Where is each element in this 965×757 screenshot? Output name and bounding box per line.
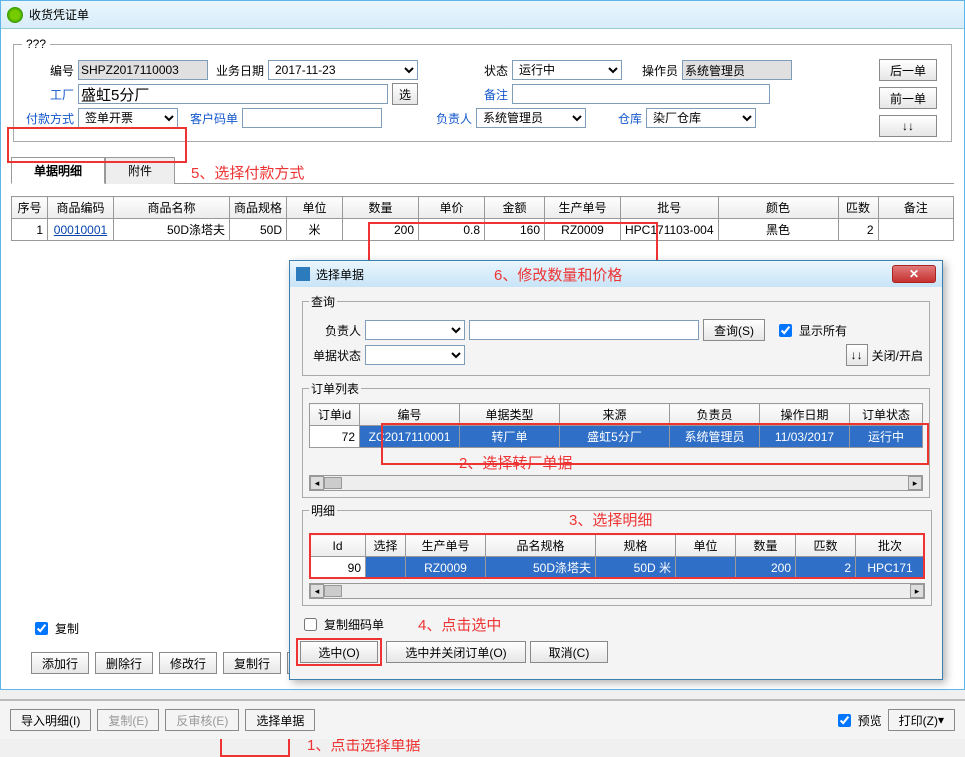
select-doc-dialog: 选择单据 6、修改数量和价格 ✕ 查询 负责人 查询(S) 显示所有 单据状态 … [289,260,943,680]
detail-grid: 序号 商品编码 商品名称 商品规格 单位 数量 单价 金额 生产单号 批号 颜色… [11,196,954,241]
order-row-selected[interactable]: 72 ZC2017110001 转厂单 盛虹5分厂 系统管理员 11/03/20… [310,426,923,448]
dlg-status-select[interactable] [365,345,465,365]
bizdate-label: 业务日期 [212,62,264,79]
showall-checkbox[interactable]: 显示所有 [775,321,847,340]
warehouse-select[interactable]: 染厂仓库 [646,108,756,128]
toggle-link[interactable]: 关闭/开启 [872,347,923,364]
dlg-ok-button[interactable]: 选中(O) [300,641,378,663]
copyrow-button[interactable]: 复制行 [223,652,281,674]
product-code-link[interactable]: 00010001 [48,219,114,241]
next-doc-button[interactable]: 后一单 [879,59,937,81]
tabs: 单据明细 附件 [11,156,954,184]
delrow-button[interactable]: 删除行 [95,652,153,674]
factory-pick-button[interactable]: 选 [392,83,418,105]
wh-label: 仓库 [590,110,642,127]
custcode-field[interactable] [242,108,382,128]
editrow-button[interactable]: 修改行 [159,652,217,674]
factory-field[interactable] [78,84,388,104]
docno-field [78,60,208,80]
grid-row[interactable]: 1 00010001 50D涤塔夫 50D 米 200 0.8 160 RZ00… [12,219,954,241]
import-detail-button[interactable]: 导入明细(I) [10,709,91,731]
detail-list-grid: Id 选择 生产单号 品名规格 规格 单位 数量 匹数 批次 90 RZ0009… [309,534,925,579]
detail-hscroll[interactable]: ◂▸ [309,583,925,599]
dlg-sort-button[interactable]: ↓↓ [846,344,868,366]
window-titlebar: 收货凭证单 [1,1,964,29]
dlg-search-field[interactable] [469,320,699,340]
anno-3: 3、选择明细 [569,509,965,530]
anno-6: 6、修改数量和价格 [494,264,622,285]
dlg-owner-select[interactable] [365,320,465,340]
anno-4: 4、点击选中 [418,614,501,635]
preview-checkbox[interactable]: 预览 [834,711,882,730]
operator-field [682,60,792,80]
dlg-cancel-button[interactable]: 取消(C) [530,641,608,663]
custcode-label: 客户码单 [182,110,238,127]
dlg-search-button[interactable]: 查询(S) [703,319,765,341]
order-list-grid: 订单id 编号 单据类型 来源 负责员 操作日期 订单状态 72 ZC20171… [309,403,923,448]
copy-checkbox[interactable]: 复制 [31,619,79,638]
dialog-close-button[interactable]: ✕ [892,265,936,283]
unaudit-button[interactable]: 反审核(E) [165,709,239,731]
operator-label: 操作员 [626,62,678,79]
tab-attach[interactable]: 附件 [105,157,175,184]
status-label: 状态 [456,62,508,79]
factory-label: 工厂 [22,86,74,103]
owner-select[interactable]: 系统管理员 [476,108,586,128]
dialog-icon [296,267,310,281]
detail-list-panel: 明细 3、选择明细 Id 选择 生产单号 品名规格 规格 单位 数量 匹数 批次… [302,502,932,606]
order-list-panel: 订单列表 订单id 编号 单据类型 来源 负责员 操作日期 订单状态 72 ZC… [302,380,930,498]
addrow-button[interactable]: 添加行 [31,652,89,674]
order-hscroll[interactable]: ◂▸ [309,475,923,491]
sort-button[interactable]: ↓↓ [879,115,937,137]
header-legend: ??? [22,37,50,51]
prev-doc-button[interactable]: 前一单 [879,87,937,109]
detail-row-selected[interactable]: 90 RZ0009 50D涤塔夫 50D 米 200 2 HPC171 [310,557,925,579]
remark-label: 备注 [456,86,508,103]
anno-2: 2、选择转厂单据 [459,452,965,473]
paytype-label: 付款方式 [22,110,74,127]
dlg-okclose-button[interactable]: 选中并关闭订单(O) [386,641,526,663]
footer-bar: 导入明细(I) 复制(E) 反审核(E) 选择单据 预览 打印(Z) ▾ [0,699,965,739]
copycode-checkbox[interactable]: 复制细码单 [300,615,384,634]
select-doc-button[interactable]: 选择单据 [245,709,315,731]
query-panel: 查询 负责人 查询(S) 显示所有 单据状态 ↓↓ 关闭/开启 [302,293,930,376]
print-button[interactable]: 打印(Z) ▾ [888,709,955,731]
grid-header: 序号 商品编码 商品名称 商品规格 单位 数量 单价 金额 生产单号 批号 颜色… [12,197,954,219]
remark-field[interactable] [512,84,770,104]
header-panel: ??? 后一单 前一单 ↓↓ 编号 业务日期 2017-11-23 状态 运行中… [13,37,952,142]
copy-button[interactable]: 复制(E) [97,709,159,731]
bizdate-select[interactable]: 2017-11-23 [268,60,418,80]
dialog-title: 选择单据 [316,266,364,283]
app-icon [7,7,23,23]
owner-label: 负责人 [420,110,472,127]
status-select[interactable]: 运行中 [512,60,622,80]
window-title: 收货凭证单 [29,6,89,23]
paytype-select[interactable]: 签单开票 [78,108,178,128]
tab-detail[interactable]: 单据明细 [11,157,105,184]
docno-label: 编号 [22,62,74,79]
dialog-titlebar[interactable]: 选择单据 6、修改数量和价格 ✕ [290,261,942,287]
